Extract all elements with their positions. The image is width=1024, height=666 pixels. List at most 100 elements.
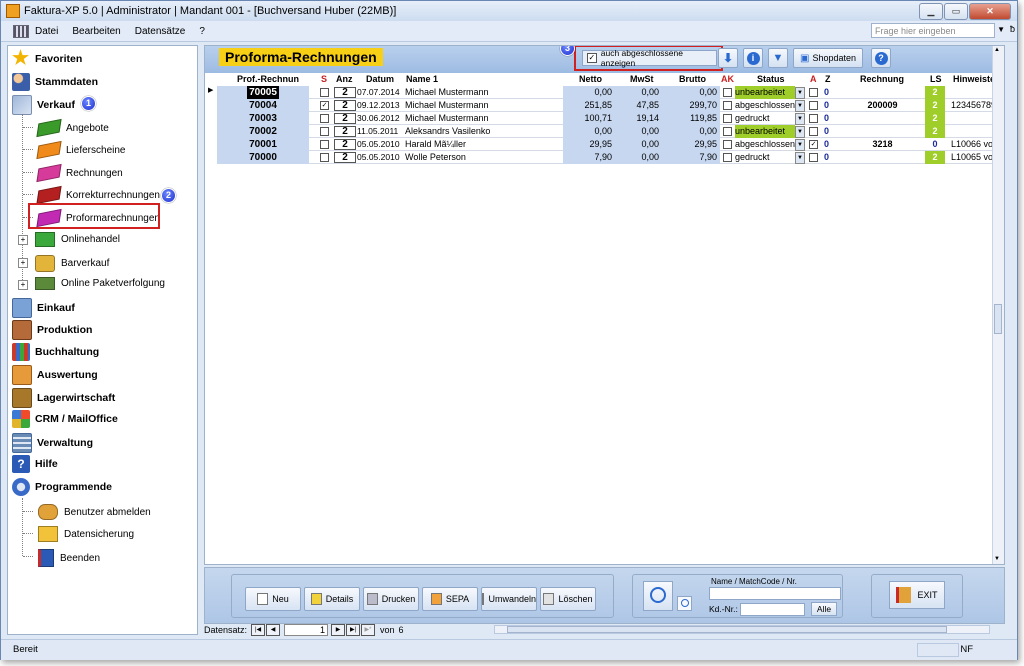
cell-a[interactable] [809, 99, 819, 112]
cell-status[interactable]: abgeschlossen ▼ [735, 99, 805, 112]
row-selector[interactable] [205, 99, 217, 112]
col-anz[interactable]: Anz [336, 73, 356, 86]
ak-checkbox[interactable] [723, 88, 732, 98]
expand-paketverfolgung-icon[interactable]: + [18, 280, 28, 290]
cell-anz[interactable]: 2 [334, 87, 356, 98]
cell-netto[interactable]: 0,00 [563, 86, 615, 99]
cell-status[interactable]: unbearbeitet ▼ [735, 86, 805, 99]
cell-anz[interactable]: 2 [334, 139, 356, 150]
cell-status[interactable]: gedruckt ▼ [735, 151, 805, 164]
nav-korrekturrechnungen[interactable]: Korrekturrechnungen [36, 185, 160, 205]
cell-brutto[interactable]: 0,00 [662, 86, 720, 99]
pin-icon[interactable]: ƀ [1010, 24, 1015, 34]
col-brutto[interactable]: Brutto [679, 73, 714, 86]
nav-stammdaten[interactable]: Stammdaten [12, 73, 98, 91]
cell-s[interactable]: ✓ [320, 99, 329, 112]
a-checkbox[interactable] [809, 127, 818, 137]
table-row[interactable]: 70000 2 05.05.2010 Wolle Peterson 7,90 0,00 7,… [205, 151, 995, 164]
status-dropdown-icon[interactable]: ▼ [795, 138, 805, 151]
a-checkbox[interactable] [809, 88, 818, 98]
cell-hinweis[interactable]: 123456789 [951, 99, 995, 112]
filter-button[interactable]: ▼ [768, 48, 788, 68]
cell-z[interactable]: 0 [824, 125, 834, 138]
cell-z[interactable]: 0 [824, 112, 834, 125]
cell-anz[interactable]: 2 [334, 113, 356, 124]
col-status[interactable]: Status [757, 73, 797, 86]
kd-nr-input[interactable] [740, 603, 805, 616]
neu-button[interactable]: Neu [245, 587, 301, 611]
row-selector[interactable] [205, 125, 217, 138]
cell-anz[interactable]: 2 [334, 100, 356, 111]
a-checkbox[interactable] [809, 114, 818, 124]
help-dropdown-icon[interactable]: ▼ [997, 25, 1005, 34]
cell-z[interactable]: 0 [824, 99, 834, 112]
s-checkbox[interactable]: ✓ [320, 101, 329, 111]
nav-verkauf[interactable]: Verkauf [12, 95, 75, 115]
cell-netto[interactable]: 0,00 [563, 125, 615, 138]
cell-ak[interactable] [723, 86, 733, 99]
cell-z[interactable]: 0 [824, 86, 834, 99]
cell-netto[interactable]: 100,71 [563, 112, 615, 125]
nav-online-paketverfolgung[interactable]: Online Paketverfolgung [35, 277, 165, 290]
col-netto[interactable]: Netto [579, 73, 614, 86]
row-selector[interactable] [205, 151, 217, 164]
cell-ls[interactable]: 0 [925, 138, 945, 151]
cell-status[interactable]: unbearbeitet ▼ [735, 125, 805, 138]
table-row[interactable]: 70003 2 30.06.2012 Michael Mustermann 100,71… [205, 112, 995, 125]
cell-name[interactable]: Wolle Peterson [405, 151, 560, 164]
cell-name[interactable]: Michael Mustermann [405, 86, 560, 99]
cell-s[interactable] [320, 125, 329, 138]
table-row[interactable]: 70004 ✓ 2 09.12.2013 Michael Mustermann 251,8… [205, 99, 995, 112]
expand-barverkauf-icon[interactable]: + [18, 258, 28, 268]
help-button[interactable]: ? [871, 48, 891, 68]
cell-name[interactable]: Michael Mustermann [405, 99, 560, 112]
cell-anz[interactable]: 2 [334, 152, 356, 163]
alle-button[interactable]: Alle [811, 602, 837, 616]
col-s[interactable]: S [321, 73, 329, 86]
show-closed-toggle[interactable]: ✓ auch abgeschlossene anzeigen [582, 48, 717, 68]
col-a[interactable]: A [810, 73, 818, 86]
cell-ls[interactable]: 2 [925, 125, 945, 138]
exit-button[interactable]: EXIT [889, 581, 945, 609]
new-record-button[interactable]: ▶* [361, 624, 376, 636]
nav-rechnungen[interactable]: Rechnungen [36, 163, 123, 183]
nav-buchhaltung[interactable]: Buchhaltung [12, 343, 99, 361]
cell-rechnung[interactable] [845, 125, 920, 138]
next-record-button[interactable]: ▶ [331, 624, 346, 636]
cell-z[interactable]: 0 [824, 138, 834, 151]
cell-netto[interactable]: 7,90 [563, 151, 615, 164]
cell-name[interactable]: Aleksandrs Vasilenko [405, 125, 560, 138]
table-row[interactable]: 70002 2 11.05.2011 Aleksandrs Vasilenko 0,00… [205, 125, 995, 138]
details-button[interactable]: Details [304, 587, 360, 611]
help-search-input[interactable]: Frage hier eingeben [871, 23, 995, 38]
cell-mwst[interactable]: 0,00 [615, 86, 662, 99]
row-selector[interactable]: ▶ [205, 86, 217, 99]
menu-bearbeiten[interactable]: Bearbeiten [72, 26, 120, 37]
scroll-up-icon[interactable]: ▲ [994, 47, 1000, 53]
col-mwst[interactable]: MwSt [630, 73, 660, 86]
cell-anz[interactable]: 2 [334, 126, 356, 137]
ak-checkbox[interactable] [723, 127, 732, 137]
cell-datum[interactable]: 07.07.2014 [357, 86, 405, 99]
menu-help[interactable]: ? [199, 26, 205, 37]
col-ak[interactable]: AK [721, 73, 735, 86]
cell-name[interactable]: Harald Mã¼ller [405, 138, 560, 151]
search-button[interactable] [643, 581, 673, 611]
cell-hinweis[interactable]: L10066 vo [951, 138, 995, 151]
col-z[interactable]: Z [825, 73, 833, 86]
grid-vertical-scrollbar[interactable]: ▲ ▼ [992, 46, 1004, 564]
maximize-button[interactable]: ▭ [944, 3, 968, 20]
cell-brutto[interactable]: 7,90 [662, 151, 720, 164]
a-checkbox[interactable] [809, 101, 818, 111]
cell-hinweis[interactable] [951, 125, 995, 138]
a-checkbox[interactable]: ✓ [809, 140, 818, 150]
nav-verwaltung[interactable]: Verwaltung [12, 433, 93, 453]
status-dropdown-icon[interactable]: ▼ [795, 151, 805, 164]
cell-brutto[interactable]: 299,70 [662, 99, 720, 112]
cell-s[interactable] [320, 112, 329, 125]
record-number-input[interactable]: 1 [284, 624, 329, 636]
cell-ak[interactable] [723, 99, 733, 112]
scroll-thumb[interactable] [994, 304, 1002, 334]
cell-netto[interactable]: 251,85 [563, 99, 615, 112]
nav-barverkauf[interactable]: Barverkauf [35, 255, 109, 272]
